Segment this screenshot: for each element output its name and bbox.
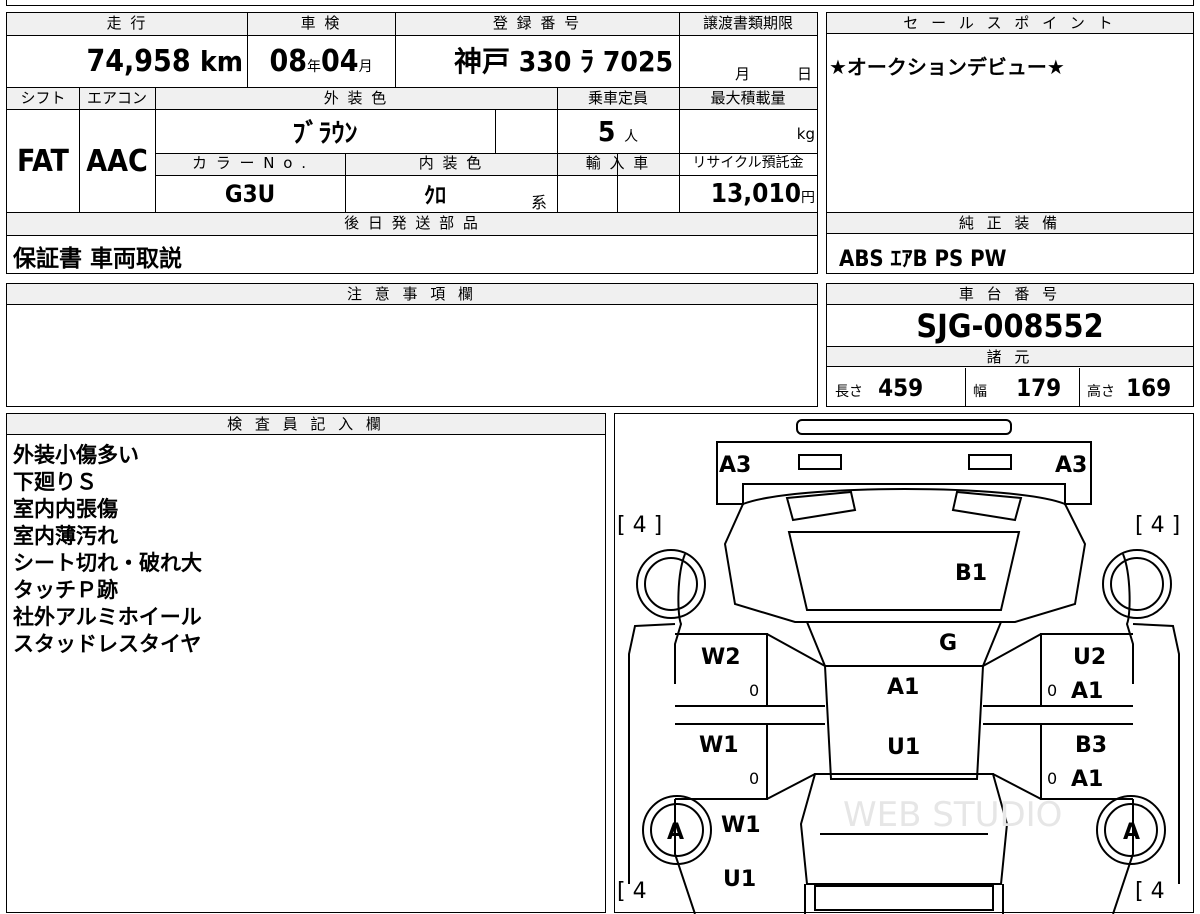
width-field: 幅 179 [973, 374, 1062, 402]
chassis-label: 車 台 番 号 [827, 284, 1193, 305]
color-no-value: G3U [224, 180, 276, 208]
mark-zero: 0 [1047, 769, 1057, 788]
mark-a1-right-front: A1 [1071, 679, 1103, 704]
mark-u2: U2 [1073, 645, 1106, 670]
mark-tire-fl: [ 4 ] [617, 513, 662, 538]
mileage-value: 74,958 km [86, 44, 243, 79]
chassis-box: 車 台 番 号 SJG-008552 諸 元 長さ 459 幅 179 高さ 1… [826, 283, 1194, 407]
mark-a1-right-rear: A1 [1071, 767, 1103, 792]
registration-value: 神戸 330 ﾗ 7025 [454, 45, 673, 78]
mark-zero: 0 [749, 769, 759, 788]
mark-w1-rear: W1 [721, 813, 761, 838]
caution-box: 注 意 事 項 欄 [6, 283, 818, 407]
inspection-label: 車 検 [300, 14, 342, 32]
dimensions-label: 諸 元 [827, 346, 1193, 367]
later-parts-value: 保証書 車両取説 [13, 246, 183, 272]
inspector-box: 検 査 員 記 入 欄 外装小傷多い 下廻りＳ 室内内張傷 室内薄汚れ シート切… [6, 413, 606, 913]
aircon-label: エアコン [86, 89, 147, 107]
mileage-label: 走 行 [106, 14, 148, 32]
recycle-value: 13,010円 [710, 179, 815, 209]
mark-wheel-rr: A [1123, 820, 1140, 845]
mark-tire-rr: [ 4 [1135, 879, 1165, 904]
interior-color-value: ｸﾛ [423, 184, 446, 209]
equipment-box: 純 正 装 備 ABS ｴｱB PS PW [826, 212, 1194, 274]
mark-g: G [939, 631, 957, 656]
sales-point-box: セ ー ル ス ポ イ ン ト ★オークションデビュー★ [826, 12, 1194, 214]
mark-u1-center: U1 [887, 735, 920, 760]
length-field: 長さ 459 [835, 374, 924, 402]
mark-a3-right: A3 [1055, 453, 1087, 478]
mark-b1: B1 [955, 561, 987, 586]
chassis-value: SJG-008552 [916, 307, 1104, 345]
mark-w2: W2 [701, 645, 741, 670]
registration-label: 登 録 番 号 [492, 14, 582, 32]
car-outline-svg: A3 A3 B1 G W2 U2 A1 A1 W1 U1 B3 A1 W1 U1… [617, 419, 1180, 914]
note-line: 下廻りＳ [13, 470, 97, 494]
mark-wheel-rl: A [667, 820, 684, 845]
mark-tire-rl: [ 4 [617, 879, 647, 904]
vehicle-info-table: 走 行 車 検 登 録 番 号 譲渡書類期限 74,958 km 08年04月 … [6, 12, 818, 274]
max-load-unit: kg [796, 125, 815, 143]
color-no-label: カ ラ ー N o . [191, 154, 308, 172]
shift-value: FAT [17, 143, 69, 179]
watermark: WEB STUDIO [843, 795, 1062, 835]
interior-color-label: 内 装 色 [418, 154, 484, 172]
top-strip [6, 0, 1194, 6]
equipment-label: 純 正 装 備 [827, 213, 1193, 234]
inspector-notes-list: 外装小傷多い 下廻りＳ 室内内張傷 室内薄汚れ シート切れ・破れ大 タッチＰ跡 … [13, 442, 202, 658]
import-label: 輸 入 車 [585, 154, 651, 172]
interior-color-suffix: 系 [531, 193, 548, 212]
inspector-label: 検 査 員 記 入 欄 [7, 414, 605, 435]
exterior-color-value: ﾌﾞﾗｳﾝ [292, 119, 358, 149]
note-line: シート切れ・破れ大 [13, 551, 202, 575]
mark-zero: 0 [749, 681, 759, 700]
later-parts-label: 後 日 発 送 部 品 [344, 214, 480, 232]
mark-w1-left: W1 [699, 733, 739, 758]
mark-u1-rear: U1 [723, 867, 756, 892]
height-field: 高さ 169 [1087, 374, 1172, 402]
recycle-label: リサイクル預託金 [692, 155, 804, 171]
mark-b3: B3 [1075, 733, 1107, 758]
note-line: 室内薄汚れ [13, 524, 118, 548]
aircon-value: AAC [86, 143, 148, 179]
vehicle-diagram: A3 A3 B1 G W2 U2 A1 A1 W1 U1 B3 A1 W1 U1… [614, 413, 1194, 914]
sales-point-label: セ ー ル ス ポ イ ン ト [827, 13, 1193, 34]
note-line: 外装小傷多い [13, 443, 139, 467]
transfer-deadline-label: 譲渡書類期限 [702, 14, 793, 32]
mark-tire-fr: [ 4 ] [1135, 513, 1180, 538]
caution-label: 注 意 事 項 欄 [7, 284, 817, 305]
mark-a3-left: A3 [719, 453, 751, 478]
mark-a1-center: A1 [887, 675, 919, 700]
note-line: スタッドレスタイヤ [13, 632, 202, 656]
exterior-color-label: 外 装 色 [323, 89, 389, 107]
shift-label: シフト [20, 89, 66, 107]
capacity-label: 乗車定員 [587, 89, 648, 107]
sales-point-value: ★オークションデビュー★ [829, 55, 1065, 79]
mark-zero: 0 [1047, 681, 1057, 700]
note-line: 室内内張傷 [13, 497, 118, 521]
note-line: 社外アルミホイール [13, 605, 202, 629]
note-line: タッチＰ跡 [13, 578, 118, 602]
capacity-value: 5 人 [597, 115, 639, 148]
inspection-value: 08年04月 [269, 44, 373, 79]
equipment-value: ABS ｴｱB PS PW [839, 247, 1007, 272]
max-load-label: 最大積載量 [710, 89, 786, 107]
